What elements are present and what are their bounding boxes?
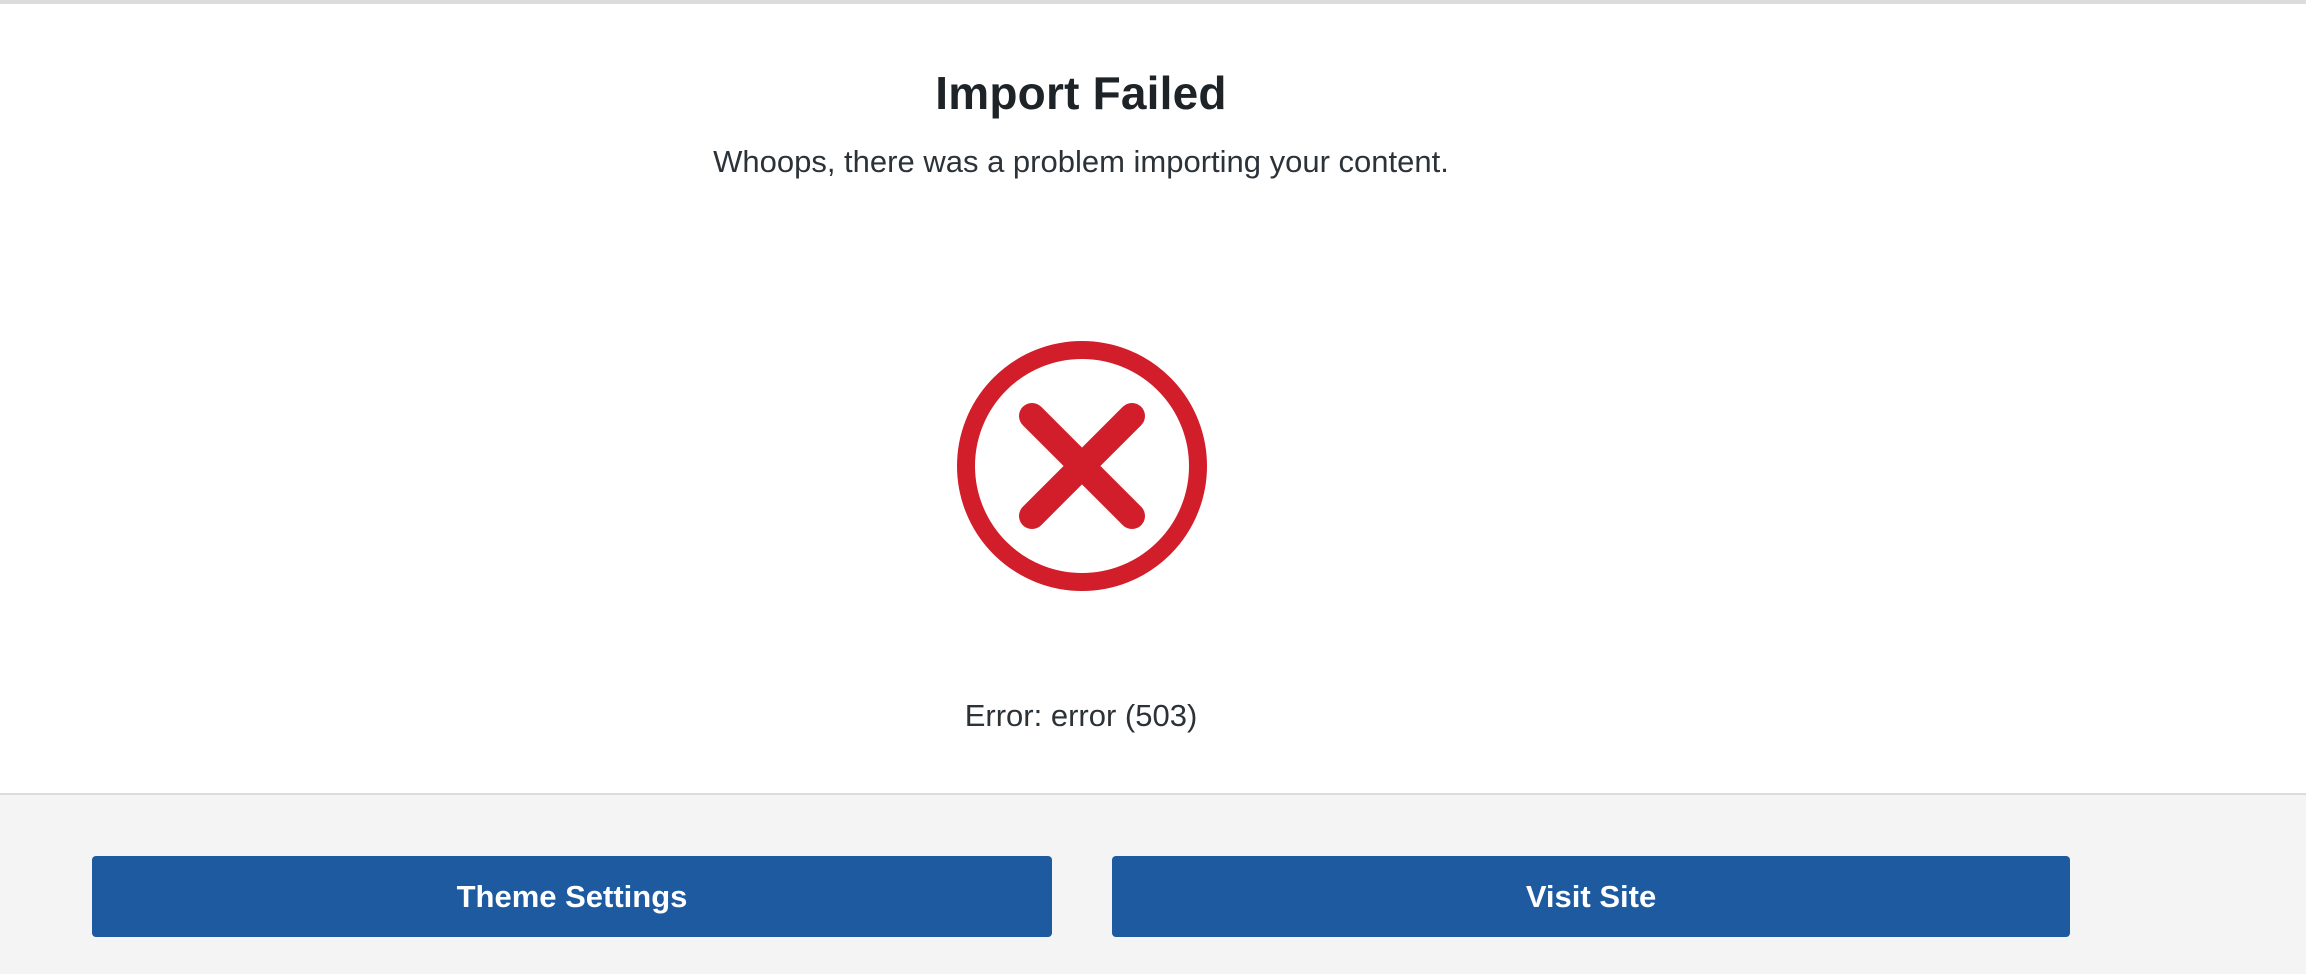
visit-site-button[interactable]: Visit Site — [1112, 856, 2070, 937]
action-footer: Theme Settings Visit Site — [0, 793, 2306, 974]
page-title: Import Failed — [935, 67, 1227, 119]
import-result-panel: Import Failed Whoops, there was a proble… — [0, 4, 2306, 794]
theme-settings-button[interactable]: Theme Settings — [92, 856, 1052, 937]
error-message: Error: error (503) — [964, 698, 1198, 733]
page-subtitle: Whoops, there was a problem importing yo… — [713, 144, 1449, 179]
error-x-circle-icon — [956, 340, 1208, 592]
